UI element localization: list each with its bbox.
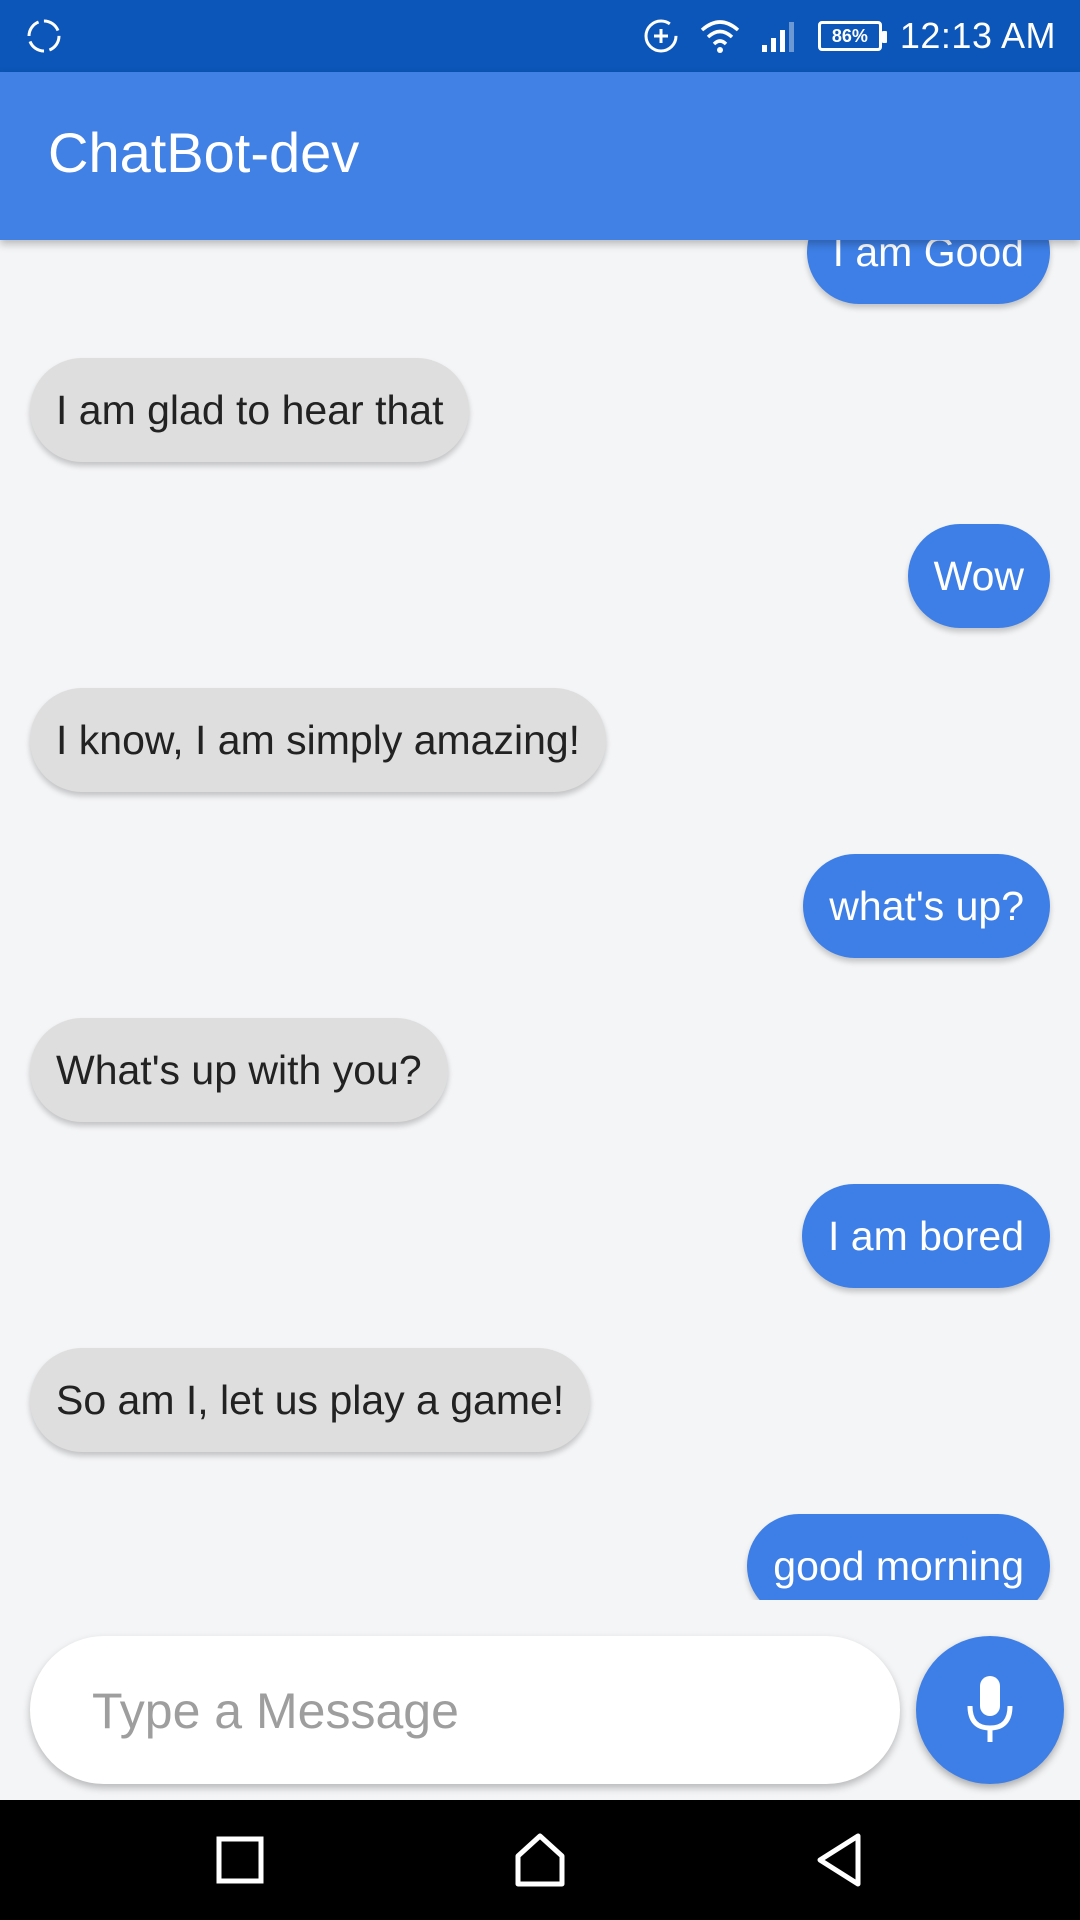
signal-icon	[761, 22, 794, 52]
message-text: Wow	[933, 552, 1024, 599]
bot-message: I am glad to hear that	[30, 358, 470, 462]
back-icon[interactable]	[810, 1830, 870, 1890]
user-message: I am Good	[806, 240, 1050, 304]
navigation-bar	[0, 1800, 1080, 1920]
message-text: I am bored	[828, 1212, 1024, 1259]
user-message: I am bored	[802, 1184, 1050, 1288]
recents-icon[interactable]	[210, 1830, 270, 1890]
bot-message: I know, I am simply amazing!	[30, 688, 607, 792]
mic-icon	[967, 1676, 1013, 1742]
sync-icon	[27, 19, 61, 53]
chat-area[interactable]: I am Good I am glad to hear that Wow I k…	[0, 240, 1080, 1600]
mic-button[interactable]	[916, 1636, 1064, 1784]
bot-message: What's up with you?	[30, 1018, 448, 1122]
message-text: So am I, let us play a game!	[56, 1376, 565, 1423]
message-input[interactable]	[90, 1636, 874, 1786]
app-title: ChatBot-dev	[48, 121, 360, 184]
user-message: Wow	[907, 524, 1050, 628]
data-saver-icon	[644, 19, 678, 53]
message-text: I know, I am simply amazing!	[56, 716, 581, 763]
battery-level: 86%	[831, 25, 868, 46]
wifi-icon	[700, 20, 740, 53]
user-message: what's up?	[803, 854, 1050, 958]
status-bar: 86% 12:13 AM	[0, 0, 1080, 72]
home-icon[interactable]	[510, 1830, 570, 1890]
message-text: What's up with you?	[56, 1046, 422, 1093]
app-bar: ChatBot-dev	[0, 72, 1080, 240]
message-text: good morning	[773, 1542, 1024, 1589]
status-time: 12:13 AM	[899, 15, 1056, 56]
message-text: I am Good	[832, 240, 1024, 275]
status-icons: 86% 12:13 AM	[642, 0, 1056, 72]
message-text: what's up?	[829, 882, 1024, 929]
bot-message: So am I, let us play a game!	[30, 1348, 591, 1452]
message-text: I am glad to hear that	[56, 386, 444, 433]
message-composer	[30, 1636, 900, 1786]
battery-icon: 86%	[817, 21, 887, 51]
user-message: good morning	[747, 1514, 1050, 1600]
